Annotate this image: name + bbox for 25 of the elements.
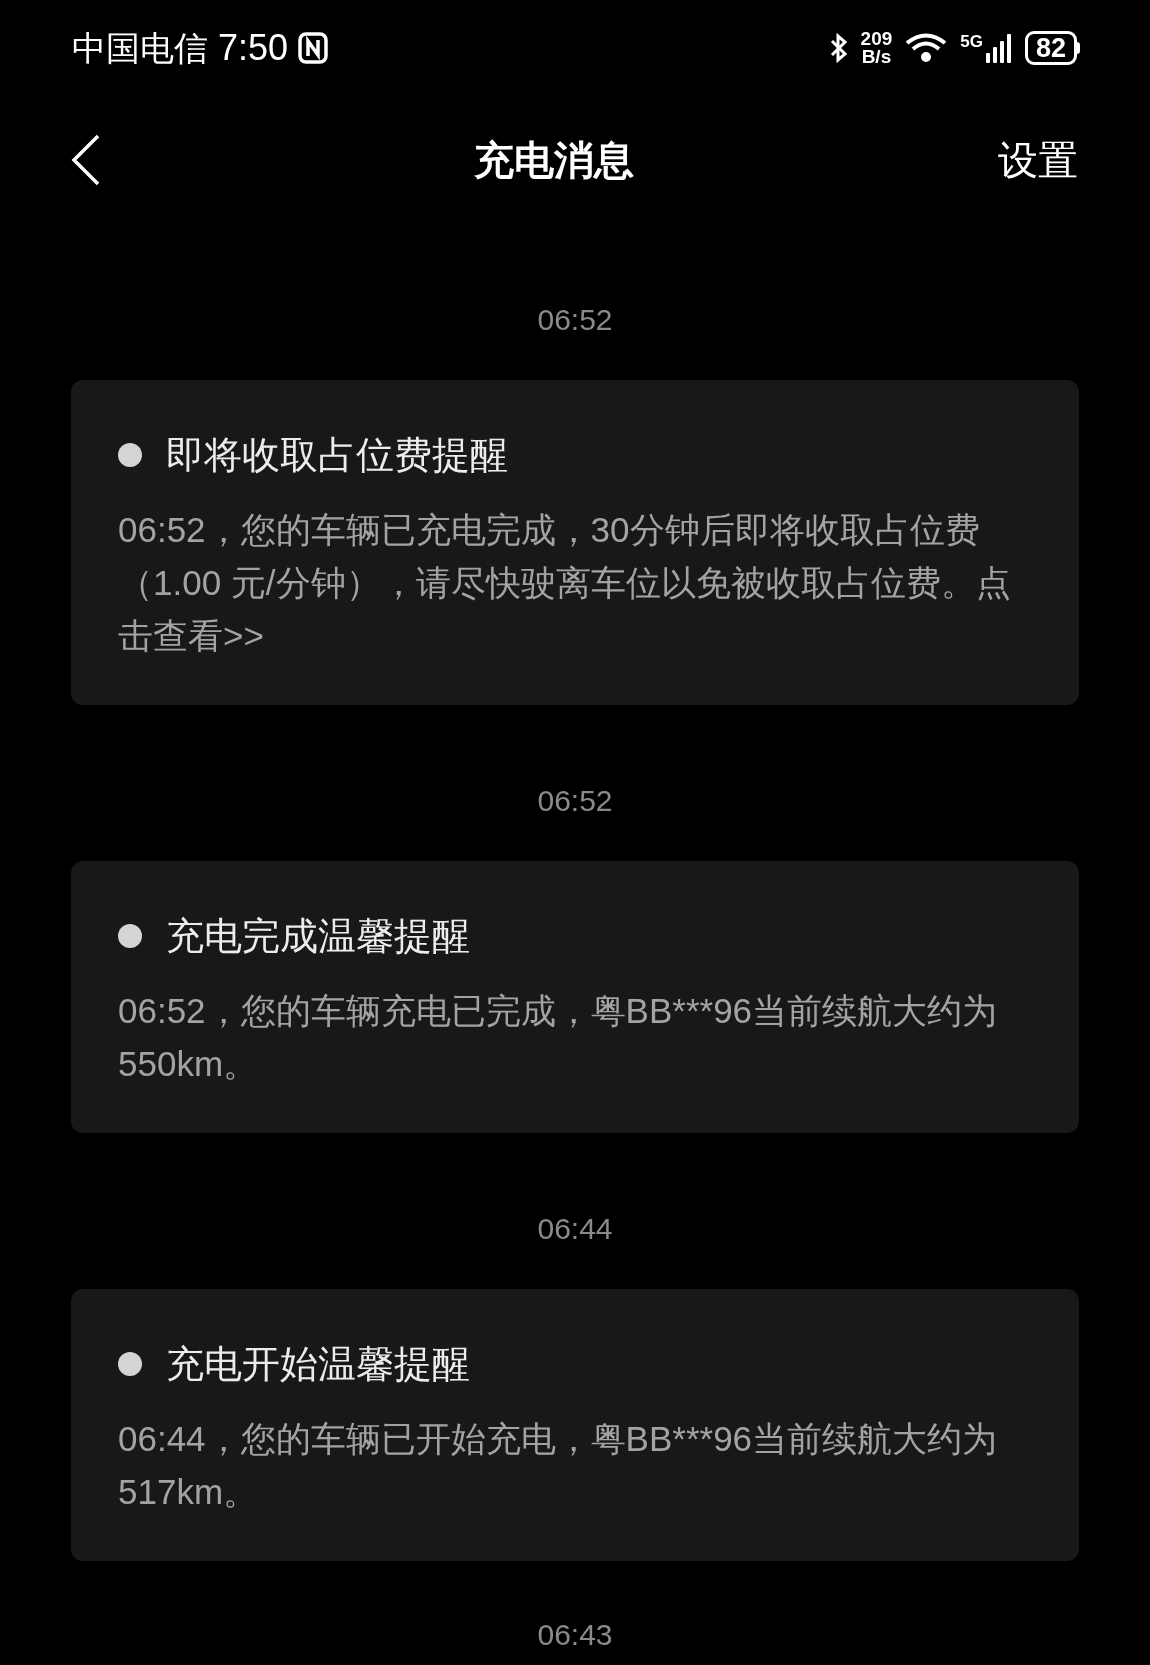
message-title: 即将收取占位费提醒: [166, 433, 508, 478]
message-time: 06:52: [537, 302, 613, 338]
message-card[interactable]: 充电开始温馨提醒 06:44，您的车辆已开始充电，粤BB***96当前续航大约为517km。: [71, 1289, 1079, 1561]
message-body: 06:44，您的车辆已开始充电，粤BB***96当前续航大约为517km。: [118, 1418, 999, 1513]
message-time: 06:52: [537, 783, 613, 819]
bluetooth-icon: [828, 32, 849, 64]
message-body: 06:52，您的车辆已充电完成，30分钟后即将收取占位费（1.00 元/分钟），请尽快驶离车位以免被收取占位费。点击查看>>: [118, 509, 1012, 657]
message-card[interactable]: 即将收取占位费提醒 06:52，您的车辆已充电完成，30分钟后即将收取占位费（1.00 元/分钟），请尽快驶离车位以免被收取占位费。点击查看>>: [71, 380, 1079, 705]
message-time: 06:43: [537, 1617, 613, 1653]
message-title: 充电完成温馨提醒: [166, 914, 470, 959]
nfc-icon: [298, 32, 329, 64]
message-title: 充电开始温馨提醒: [166, 1342, 470, 1387]
settings-button[interactable]: 设置: [998, 130, 1078, 190]
network-type: 5G: [960, 33, 983, 51]
message-body: 06:52，您的车辆充电已完成，粤BB***96当前续航大约为550km。: [118, 990, 999, 1085]
network-speed: 209 B/s: [860, 30, 893, 66]
clock: 7:50: [218, 26, 289, 70]
page-title: 充电消息: [474, 137, 634, 184]
wifi-icon: [904, 32, 949, 64]
carrier-name: 中国电信: [72, 27, 208, 69]
message-card[interactable]: 充电完成温馨提醒 06:52，您的车辆充电已完成，粤BB***96当前续航大约为550km。: [71, 861, 1079, 1133]
signal-icon: [984, 33, 1013, 63]
message-time: 06:44: [537, 1211, 613, 1247]
back-icon: [70, 134, 102, 186]
battery-indicator: 82: [1024, 31, 1077, 65]
